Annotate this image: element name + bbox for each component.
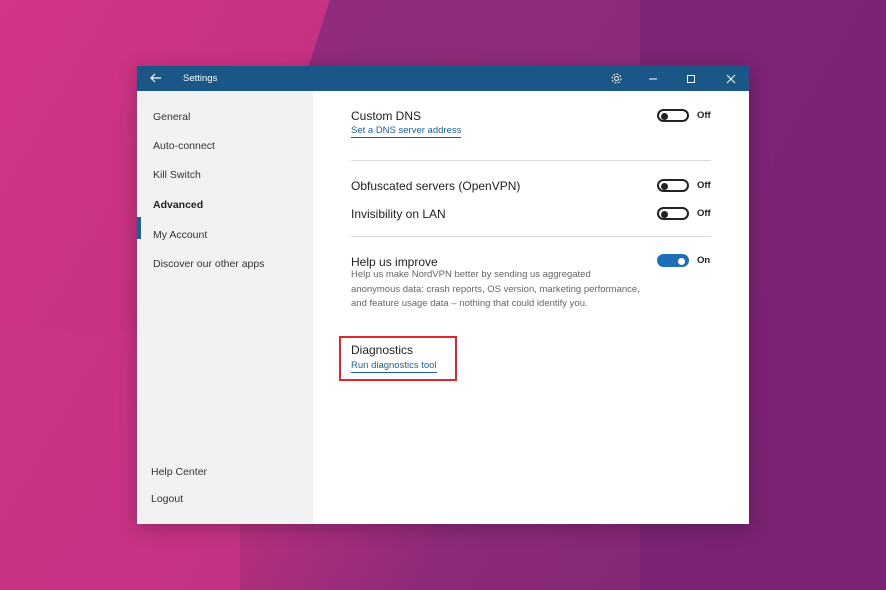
help-improve-title: Help us improve (351, 255, 438, 269)
set-dns-link[interactable]: Set a DNS server address (351, 125, 462, 138)
obfuscated-servers-title: Obfuscated servers (OpenVPN) (351, 179, 521, 193)
sidebar-item-advanced[interactable]: Advanced (153, 199, 203, 211)
sidebar-item-auto-connect[interactable]: Auto-connect (153, 140, 215, 152)
divider (351, 236, 711, 237)
settings-content: Custom DNS Set a DNS server address Off … (313, 91, 749, 524)
window-title: Settings (183, 73, 218, 84)
toggle-knob (661, 112, 668, 120)
maximize-icon[interactable] (681, 69, 701, 88)
sidebar-item-kill-switch[interactable]: Kill Switch (153, 169, 201, 181)
obfuscated-servers-state: Off (697, 180, 711, 191)
sidebar-item-discover-apps[interactable]: Discover our other apps (153, 258, 264, 270)
invisibility-lan-title: Invisibility on LAN (351, 207, 446, 221)
minimize-icon[interactable] (643, 69, 663, 88)
active-indicator (137, 217, 141, 239)
close-icon[interactable] (721, 69, 741, 88)
obfuscated-servers-toggle[interactable] (657, 179, 689, 192)
sidebar: General Auto-connect Kill Switch Advance… (137, 91, 313, 524)
sidebar-item-help-center[interactable]: Help Center (151, 466, 207, 478)
divider (351, 160, 711, 161)
help-improve-toggle[interactable] (657, 254, 689, 267)
settings-window: Settings General Auto-connect Kill Switc… (137, 66, 749, 524)
toggle-knob (678, 257, 685, 265)
help-improve-state: On (697, 255, 711, 266)
sidebar-item-my-account[interactable]: My Account (153, 229, 207, 241)
title-bar: Settings (137, 66, 749, 91)
diagnostics-highlight-box (339, 336, 457, 381)
custom-dns-title: Custom DNS (351, 109, 422, 123)
toggle-knob (661, 210, 668, 218)
custom-dns-toggle[interactable] (657, 109, 689, 122)
invisibility-lan-state: Off (697, 208, 711, 219)
toggle-knob (661, 182, 668, 190)
sidebar-item-logout[interactable]: Logout (151, 493, 183, 505)
invisibility-lan-toggle[interactable] (657, 207, 689, 220)
gear-icon[interactable] (606, 69, 626, 88)
arrow-left-icon[interactable] (149, 70, 163, 86)
sidebar-item-general[interactable]: General (153, 111, 190, 123)
help-improve-description: Help us make NordVPN better by sending u… (351, 269, 640, 309)
custom-dns-state: Off (697, 110, 711, 121)
